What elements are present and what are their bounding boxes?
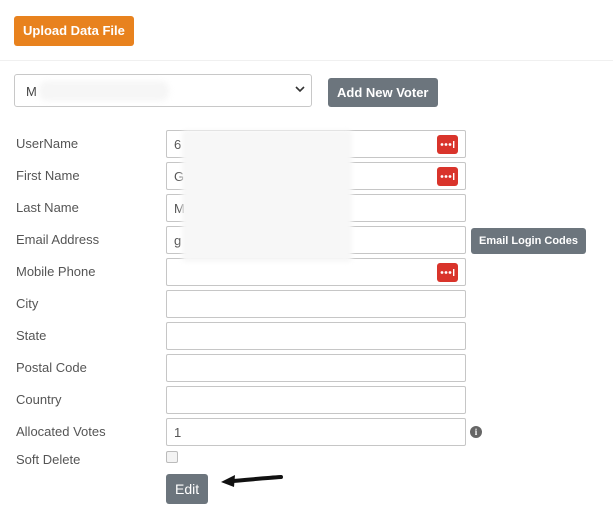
- username-value: 6: [174, 137, 182, 152]
- city-label: City: [16, 296, 39, 311]
- allocated-votes-field[interactable]: 1: [166, 418, 466, 446]
- divider: [0, 60, 613, 61]
- edit-button[interactable]: Edit: [166, 474, 209, 504]
- username-label: UserName: [16, 136, 79, 151]
- first-name-label: First Name: [16, 168, 80, 183]
- state-field[interactable]: [166, 322, 466, 350]
- voter-select[interactable]: M: [14, 74, 312, 107]
- upload-data-file-button[interactable]: Upload Data File: [14, 16, 134, 46]
- redacted-area: [182, 130, 352, 262]
- mobile-phone-field[interactable]: [166, 258, 466, 286]
- country-field[interactable]: [166, 386, 466, 414]
- password-dots-icon[interactable]: [437, 135, 458, 154]
- allocated-votes-value: 1: [174, 425, 182, 440]
- redacted-area: [39, 81, 169, 101]
- top-toolbar: Upload Data File: [0, 0, 613, 60]
- email-label: Email Address: [16, 232, 100, 247]
- country-label: Country: [16, 392, 62, 407]
- soft-delete-checkbox[interactable]: [166, 451, 178, 463]
- state-label: State: [16, 328, 47, 343]
- password-dots-icon[interactable]: [437, 263, 458, 282]
- allocated-votes-label: Allocated Votes: [16, 424, 106, 439]
- voter-select-value: M: [26, 84, 37, 99]
- password-dots-icon[interactable]: [437, 167, 458, 186]
- arrow-left-icon: [221, 475, 283, 487]
- postal-code-label: Postal Code: [16, 360, 87, 375]
- mobile-phone-label: Mobile Phone: [16, 264, 96, 279]
- city-field[interactable]: [166, 290, 466, 318]
- postal-code-field[interactable]: [166, 354, 466, 382]
- add-new-voter-button[interactable]: Add New Voter: [328, 78, 438, 107]
- soft-delete-label: Soft Delete: [16, 452, 81, 467]
- chevron-down-icon: [295, 86, 305, 93]
- email-login-codes-button[interactable]: Email Login Codes: [471, 228, 587, 254]
- info-icon[interactable]: i: [470, 426, 482, 438]
- email-value: g: [174, 233, 182, 248]
- last-name-label: Last Name: [16, 200, 79, 215]
